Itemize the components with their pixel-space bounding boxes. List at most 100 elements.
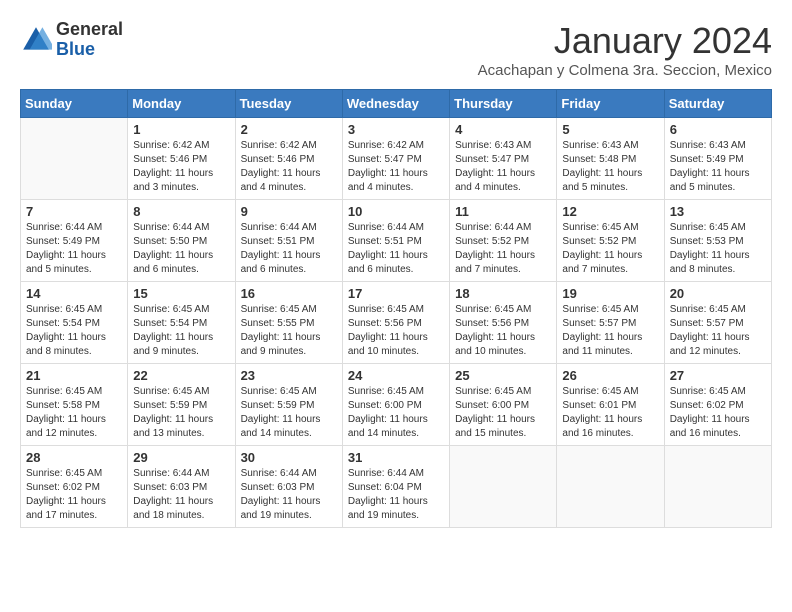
day-number: 1 [133,122,229,137]
calendar-cell: 16Sunrise: 6:45 AM Sunset: 5:55 PM Dayli… [235,282,342,364]
day-number: 5 [562,122,658,137]
calendar-cell: 8Sunrise: 6:44 AM Sunset: 5:50 PM Daylig… [128,200,235,282]
day-info: Sunrise: 6:42 AM Sunset: 5:46 PM Dayligh… [241,139,337,195]
day-info: Sunrise: 6:45 AM Sunset: 5:57 PM Dayligh… [670,303,766,359]
day-info: Sunrise: 6:45 AM Sunset: 5:53 PM Dayligh… [670,221,766,277]
day-number: 26 [562,368,658,383]
column-header-tuesday: Tuesday [235,90,342,118]
day-info: Sunrise: 6:45 AM Sunset: 5:54 PM Dayligh… [133,303,229,359]
day-info: Sunrise: 6:44 AM Sunset: 6:03 PM Dayligh… [133,467,229,523]
calendar-week-1: 1 Sunrise: 6:42 AM Sunset: 5:46 PM Daylig… [21,118,772,200]
day-number: 19 [562,286,658,301]
day-info: Sunrise: 6:45 AM Sunset: 5:56 PM Dayligh… [455,303,551,359]
day-number: 2 [241,122,337,137]
day-number: 27 [670,368,766,383]
day-info: Sunrise: 6:45 AM Sunset: 5:54 PM Dayligh… [26,303,122,359]
calendar-cell: 20Sunrise: 6:45 AM Sunset: 5:57 PM Dayli… [664,282,771,364]
day-info: Sunrise: 6:45 AM Sunset: 5:59 PM Dayligh… [241,385,337,441]
day-info: Sunrise: 6:43 AM Sunset: 5:49 PM Dayligh… [670,139,766,195]
calendar-cell: 30 Sunrise: 6:44 AM Sunset: 6:03 PM Dayli… [235,446,342,528]
calendar-cell: 12 Sunrise: 6:45 AM Sunset: 5:52 PM Dayli… [557,200,664,282]
calendar-cell: 22 Sunrise: 6:45 AM Sunset: 5:59 PM Dayli… [128,364,235,446]
day-number: 15 [133,286,229,301]
calendar-week-4: 21 Sunrise: 6:45 AM Sunset: 5:58 PM Dayli… [21,364,772,446]
day-info: Sunrise: 6:45 AM Sunset: 5:58 PM Dayligh… [26,385,122,441]
logo-blue-text: Blue [56,39,95,59]
day-number: 31 [348,450,444,465]
logo: General Blue [20,20,123,60]
day-info: Sunrise: 6:42 AM Sunset: 5:47 PM Dayligh… [348,139,444,195]
calendar-cell: 25 Sunrise: 6:45 AM Sunset: 6:00 PM Dayli… [450,364,557,446]
calendar-cell: 9 Sunrise: 6:44 AM Sunset: 5:51 PM Daylig… [235,200,342,282]
day-number: 11 [455,204,551,219]
calendar-cell: 1 Sunrise: 6:42 AM Sunset: 5:46 PM Daylig… [128,118,235,200]
calendar-cell [21,118,128,200]
month-title: January 2024 [478,20,772,62]
calendar-cell: 11 Sunrise: 6:44 AM Sunset: 5:52 PM Dayli… [450,200,557,282]
calendar-cell: 31 Sunrise: 6:44 AM Sunset: 6:04 PM Dayli… [342,446,449,528]
day-info: Sunrise: 6:45 AM Sunset: 6:00 PM Dayligh… [455,385,551,441]
day-number: 24 [348,368,444,383]
day-number: 6 [670,122,766,137]
calendar-cell [557,446,664,528]
day-info: Sunrise: 6:44 AM Sunset: 5:52 PM Dayligh… [455,221,551,277]
day-number: 12 [562,204,658,219]
day-info: Sunrise: 6:45 AM Sunset: 6:02 PM Dayligh… [670,385,766,441]
day-info: Sunrise: 6:45 AM Sunset: 5:56 PM Dayligh… [348,303,444,359]
calendar-cell: 14 Sunrise: 6:45 AM Sunset: 5:54 PM Dayli… [21,282,128,364]
day-info: Sunrise: 6:45 AM Sunset: 5:52 PM Dayligh… [562,221,658,277]
day-info: Sunrise: 6:45 AM Sunset: 5:59 PM Dayligh… [133,385,229,441]
calendar-cell: 7Sunrise: 6:44 AM Sunset: 5:49 PM Daylig… [21,200,128,282]
column-header-friday: Friday [557,90,664,118]
calendar-cell: 6 Sunrise: 6:43 AM Sunset: 5:49 PM Daylig… [664,118,771,200]
day-info: Sunrise: 6:45 AM Sunset: 6:00 PM Dayligh… [348,385,444,441]
calendar-cell: 19 Sunrise: 6:45 AM Sunset: 5:57 PM Dayli… [557,282,664,364]
day-number: 3 [348,122,444,137]
day-number: 9 [241,204,337,219]
day-number: 4 [455,122,551,137]
day-number: 30 [241,450,337,465]
day-info: Sunrise: 6:45 AM Sunset: 5:57 PM Dayligh… [562,303,658,359]
day-info: Sunrise: 6:44 AM Sunset: 5:51 PM Dayligh… [241,221,337,277]
calendar-cell: 10Sunrise: 6:44 AM Sunset: 5:51 PM Dayli… [342,200,449,282]
calendar-cell: 27 Sunrise: 6:45 AM Sunset: 6:02 PM Dayli… [664,364,771,446]
day-info: Sunrise: 6:44 AM Sunset: 5:49 PM Dayligh… [26,221,122,277]
calendar-cell: 23Sunrise: 6:45 AM Sunset: 5:59 PM Dayli… [235,364,342,446]
day-number: 28 [26,450,122,465]
calendar-week-3: 14 Sunrise: 6:45 AM Sunset: 5:54 PM Dayli… [21,282,772,364]
day-number: 29 [133,450,229,465]
calendar-cell: 4 Sunrise: 6:43 AM Sunset: 5:47 PM Daylig… [450,118,557,200]
column-header-thursday: Thursday [450,90,557,118]
calendar-cell: 26 Sunrise: 6:45 AM Sunset: 6:01 PM Dayli… [557,364,664,446]
column-header-wednesday: Wednesday [342,90,449,118]
day-info: Sunrise: 6:44 AM Sunset: 5:50 PM Dayligh… [133,221,229,277]
day-number: 18 [455,286,551,301]
day-number: 14 [26,286,122,301]
logo-icon [20,24,52,56]
day-info: Sunrise: 6:45 AM Sunset: 6:01 PM Dayligh… [562,385,658,441]
day-number: 21 [26,368,122,383]
page-header: General Blue January 2024 Acachapan y Co… [20,20,772,79]
calendar-cell: 2 Sunrise: 6:42 AM Sunset: 5:46 PM Daylig… [235,118,342,200]
calendar-header-row: SundayMondayTuesdayWednesdayThursdayFrid… [21,90,772,118]
calendar-table: SundayMondayTuesdayWednesdayThursdayFrid… [20,89,772,528]
day-number: 13 [670,204,766,219]
day-number: 22 [133,368,229,383]
calendar-cell: 13 Sunrise: 6:45 AM Sunset: 5:53 PM Dayli… [664,200,771,282]
column-header-saturday: Saturday [664,90,771,118]
calendar-cell [450,446,557,528]
calendar-cell: 5 Sunrise: 6:43 AM Sunset: 5:48 PM Daylig… [557,118,664,200]
day-number: 10 [348,204,444,219]
day-info: Sunrise: 6:43 AM Sunset: 5:48 PM Dayligh… [562,139,658,195]
logo-general-text: General [56,19,123,39]
calendar-cell: 18 Sunrise: 6:45 AM Sunset: 5:56 PM Dayli… [450,282,557,364]
day-info: Sunrise: 6:43 AM Sunset: 5:47 PM Dayligh… [455,139,551,195]
day-info: Sunrise: 6:42 AM Sunset: 5:46 PM Dayligh… [133,139,229,195]
column-header-monday: Monday [128,90,235,118]
day-number: 25 [455,368,551,383]
day-info: Sunrise: 6:44 AM Sunset: 6:03 PM Dayligh… [241,467,337,523]
day-number: 16 [241,286,337,301]
calendar-week-5: 28Sunrise: 6:45 AM Sunset: 6:02 PM Dayli… [21,446,772,528]
day-info: Sunrise: 6:44 AM Sunset: 6:04 PM Dayligh… [348,467,444,523]
calendar-cell: 24 Sunrise: 6:45 AM Sunset: 6:00 PM Dayli… [342,364,449,446]
